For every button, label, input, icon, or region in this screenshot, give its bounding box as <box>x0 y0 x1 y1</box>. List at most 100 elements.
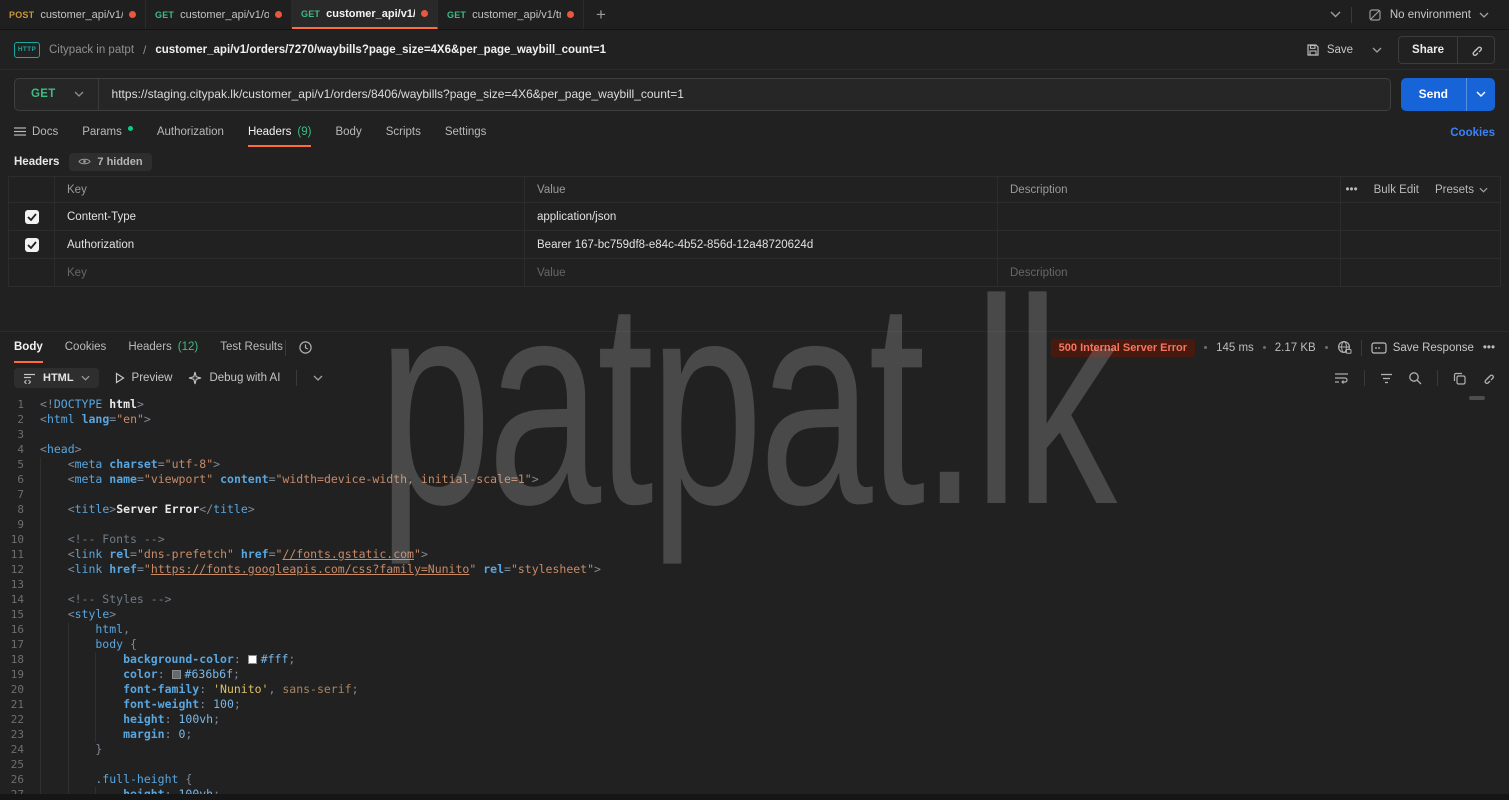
tab-count: (12) <box>178 341 198 353</box>
send-options-chevron-icon[interactable] <box>1466 78 1495 111</box>
url-input[interactable]: https://staging.citypak.lk/customer_api/… <box>99 79 1390 110</box>
debug-with-ai-button[interactable]: Debug with AI <box>188 371 280 385</box>
line-number: 13 <box>0 577 40 592</box>
tab-title: customer_api/v1/orders <box>326 8 415 20</box>
breadcrumb-workspace[interactable]: Citypack in patpt <box>49 44 134 56</box>
copy-link-button[interactable] <box>1457 37 1494 63</box>
divider <box>1437 370 1438 386</box>
cell-value[interactable]: Bearer 167-bc759df8-e84c-4b52-856d-12a48… <box>525 231 998 258</box>
save-options-chevron-icon[interactable] <box>1365 43 1388 57</box>
cell-actions <box>1341 231 1500 258</box>
line-number: 26 <box>0 772 40 787</box>
tab-scripts[interactable]: Scripts <box>386 118 421 147</box>
request-tab[interactable]: GETcustomer_api/v1/orders <box>146 0 292 29</box>
color-swatch-icon <box>248 655 257 664</box>
presets-label: Presets <box>1435 184 1474 196</box>
checkbox-checked[interactable] <box>25 238 39 252</box>
tab-params[interactable]: Params <box>82 118 133 147</box>
save-button[interactable]: Save <box>1304 39 1355 61</box>
breadcrumb-request-name[interactable]: customer_api/v1/orders/7270/waybills?pag… <box>155 44 606 56</box>
send-button[interactable]: Send <box>1401 78 1466 111</box>
line-content: <meta charset="utf-8"> <box>40 457 220 472</box>
status-badge[interactable]: 500 Internal Server Error <box>1051 339 1195 357</box>
response-tab-headers[interactable]: Headers(12) <box>128 332 198 363</box>
link-icon[interactable] <box>1481 371 1495 385</box>
tab-headers[interactable]: Headers(9) <box>248 118 312 147</box>
response-tab-cookies[interactable]: Cookies <box>65 332 107 363</box>
method-selector[interactable]: GET <box>15 79 99 110</box>
request-tab[interactable]: GETcustomer_api/v1/orders <box>292 0 438 29</box>
headers-title: Headers <box>14 156 59 168</box>
tab-authorization[interactable]: Authorization <box>157 118 224 147</box>
divider <box>296 370 297 386</box>
line-number: 4 <box>0 442 40 457</box>
request-tab[interactable]: GETcustomer_api/v1/track? <box>438 0 584 29</box>
share-button[interactable]: Share <box>1399 37 1457 63</box>
history-icon[interactable] <box>298 340 313 355</box>
tab-title: customer_api/v1/orders <box>180 9 269 21</box>
checkbox-checked[interactable] <box>25 210 39 224</box>
preview-options-chevron-icon[interactable] <box>313 375 323 381</box>
response-tab-body[interactable]: Body <box>14 332 43 363</box>
cell-description[interactable] <box>998 203 1341 230</box>
preview-button[interactable]: Preview <box>115 372 173 384</box>
environment-selector[interactable]: No environment <box>1362 8 1495 22</box>
link-icon <box>1469 43 1483 57</box>
network-globe-icon[interactable] <box>1337 340 1352 355</box>
dot-separator <box>1325 346 1328 349</box>
tab-label: Test Results <box>220 341 283 353</box>
tab-settings[interactable]: Settings <box>445 118 487 147</box>
code-line: 6<meta name="viewport" content="width=de… <box>0 472 1509 487</box>
copy-icon[interactable] <box>1453 372 1466 385</box>
line-content: font-weight: 100; <box>40 697 241 712</box>
line-content <box>40 757 95 772</box>
spacer <box>0 287 1509 331</box>
tab-overflow-chevron-icon[interactable] <box>1330 11 1341 18</box>
tab-strip: POSTcustomer_api/v1/orde:GETcustomer_api… <box>0 0 1509 30</box>
response-time[interactable]: 145 ms <box>1216 342 1254 354</box>
new-tab-button[interactable]: + <box>584 0 618 29</box>
response-tab-test-results[interactable]: Test Results <box>220 332 283 363</box>
line-number: 2 <box>0 412 40 427</box>
line-number: 20 <box>0 682 40 697</box>
cell-key[interactable]: Key <box>55 259 525 286</box>
line-number: 17 <box>0 637 40 652</box>
tab-docs[interactable]: Docs <box>14 118 58 147</box>
tab-method-label: POST <box>9 10 34 20</box>
line-content: <head> <box>40 442 82 457</box>
line-number: 5 <box>0 457 40 472</box>
request-tab[interactable]: POSTcustomer_api/v1/orde: <box>0 0 146 29</box>
scrollbar-thumb[interactable] <box>1469 396 1485 400</box>
tab-label: Params <box>82 126 122 138</box>
more-actions-icon[interactable]: ••• <box>1346 184 1358 196</box>
search-icon[interactable] <box>1408 371 1422 385</box>
save-label: Save <box>1327 44 1353 56</box>
format-selector[interactable]: HTML <box>14 368 99 388</box>
cookies-link[interactable]: Cookies <box>1450 118 1495 147</box>
window-bottom-edge <box>0 794 1509 800</box>
wrap-text-icon[interactable] <box>1334 372 1349 384</box>
line-number: 6 <box>0 472 40 487</box>
tab-label: Scripts <box>386 126 421 138</box>
save-response-button[interactable]: Save Response <box>1371 342 1474 354</box>
bulk-edit-button[interactable]: Bulk Edit <box>1374 184 1419 196</box>
headers-table-header: Key Value Description ••• Bulk Edit Pres… <box>8 177 1501 203</box>
column-value: Value <box>525 177 998 202</box>
line-content: <link rel="dns-prefetch" href="//fonts.g… <box>40 547 428 562</box>
cell-value[interactable]: Value <box>525 259 998 286</box>
cell-key[interactable]: Authorization <box>55 231 525 258</box>
hidden-headers-toggle[interactable]: 7 hidden <box>69 153 151 171</box>
cell-key[interactable]: Content-Type <box>55 203 525 230</box>
response-body-code[interactable]: 1<!DOCTYPE html>2<html lang="en">34<head… <box>0 393 1509 800</box>
response-size[interactable]: 2.17 KB <box>1275 342 1316 354</box>
response-more-icon[interactable]: ••• <box>1483 342 1495 354</box>
line-content: <!-- Fonts --> <box>40 532 165 547</box>
hidden-headers-label: 7 hidden <box>97 156 142 168</box>
presets-dropdown[interactable]: Presets <box>1435 184 1488 196</box>
cell-description[interactable]: Description <box>998 259 1341 286</box>
filter-icon[interactable] <box>1380 373 1393 384</box>
code-line: 13 <box>0 577 1509 592</box>
tab-body[interactable]: Body <box>335 118 361 147</box>
cell-description[interactable] <box>998 231 1341 258</box>
cell-value[interactable]: application/json <box>525 203 998 230</box>
